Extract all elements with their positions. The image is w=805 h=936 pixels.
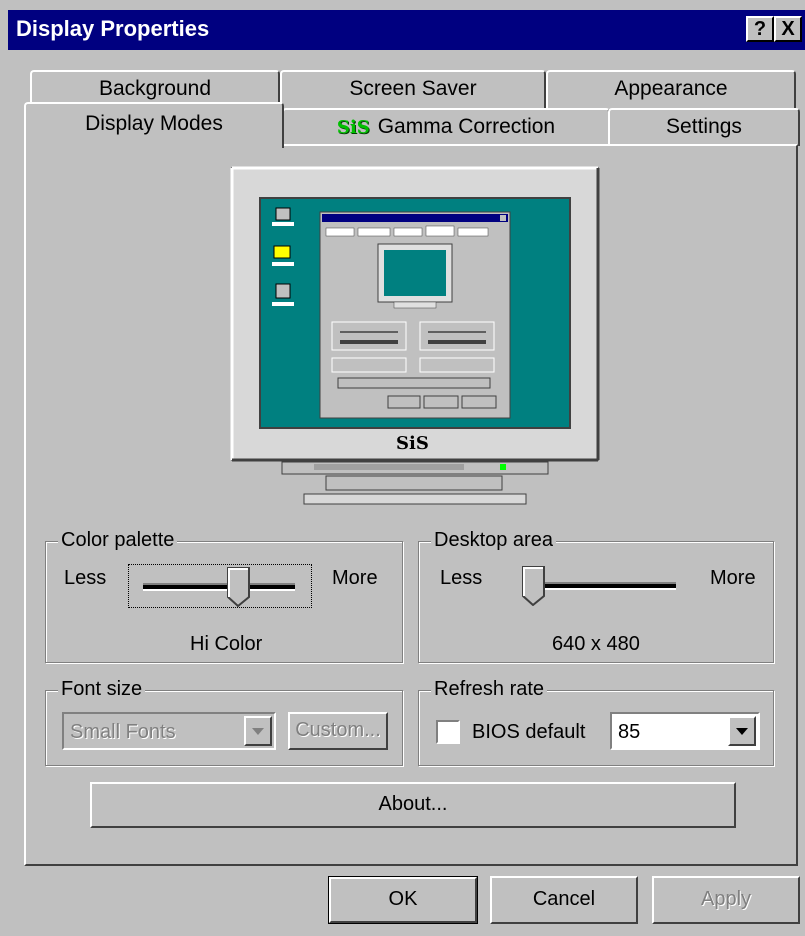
tab-settings-label: Settings [666,115,742,138]
cancel-button[interactable]: Cancel [490,876,638,924]
color-palette-thumb[interactable] [227,567,251,607]
apply-button[interactable]: Apply [652,876,800,924]
refresh-rate-dropdown-button[interactable] [728,716,756,746]
window-title: Display Properties [16,16,210,41]
desktop-area-value: 640 x 480 [552,633,640,655]
tab-screen-saver-label: Screen Saver [349,77,477,100]
monitor-brand-label: SiS [396,433,429,454]
tab-settings[interactable]: Settings [608,108,800,146]
desktop-area-more: More [710,567,756,589]
monitor-preview [230,166,600,505]
custom-font-button-label: Custom... [295,719,381,741]
about-button-label: About... [378,793,448,815]
tab-appearance-label: Appearance [614,77,728,100]
gamma-logo: SiS [336,117,370,138]
tab-display-modes[interactable]: Display Modes [24,102,284,148]
tab-display-modes-label: Display Modes [85,112,223,135]
refresh-rate-select[interactable]: 85 [610,712,760,750]
mini-dialog [319,211,511,419]
refresh-rate-selected: 85 [618,721,641,743]
apply-button-label: Apply [700,888,752,910]
chevron-down-icon [252,728,264,735]
cancel-button-label: Cancel [532,888,596,910]
desktop-area-less: Less [440,567,483,589]
color-palette-track [143,583,295,591]
about-button[interactable]: About... [90,782,736,828]
tab-appearance[interactable]: Appearance [546,70,796,108]
chevron-down-icon [736,728,748,735]
help-button[interactable]: ? [746,16,774,42]
color-palette-slider[interactable] [128,564,312,608]
tab-screen-saver[interactable]: Screen Saver [280,70,546,108]
font-size-label: Font size [58,677,146,701]
tab-gamma-correction[interactable]: SiS Gamma Correction [282,108,610,146]
ok-button[interactable]: OK [328,876,478,924]
close-button[interactable]: X [774,16,802,42]
bios-default-label: BIOS default [472,721,586,743]
color-palette-more: More [332,567,378,589]
desktop-area-thumb[interactable] [522,566,546,606]
font-size-dropdown-button[interactable] [244,716,272,746]
custom-font-button[interactable]: Custom... [288,712,388,750]
font-size-select[interactable]: Small Fonts [62,712,276,750]
desktop-area-slider[interactable] [516,564,684,608]
color-palette-label: Color palette [58,528,178,552]
tab-background-label: Background [98,77,212,100]
ok-button-label: OK [388,888,418,910]
font-size-selected: Small Fonts [70,721,176,743]
refresh-rate-label: Refresh rate [431,677,548,701]
title-bar[interactable]: Display Properties ? X [8,10,805,50]
tab-gamma-correction-label: Gamma Correction [377,115,556,138]
display-properties-window: Display Properties ? X Background Screen… [0,0,805,936]
bios-default-checkbox[interactable] [436,720,460,744]
color-palette-value: Hi Color [190,633,263,655]
desktop-area-label: Desktop area [431,528,556,552]
color-palette-less: Less [64,567,107,589]
